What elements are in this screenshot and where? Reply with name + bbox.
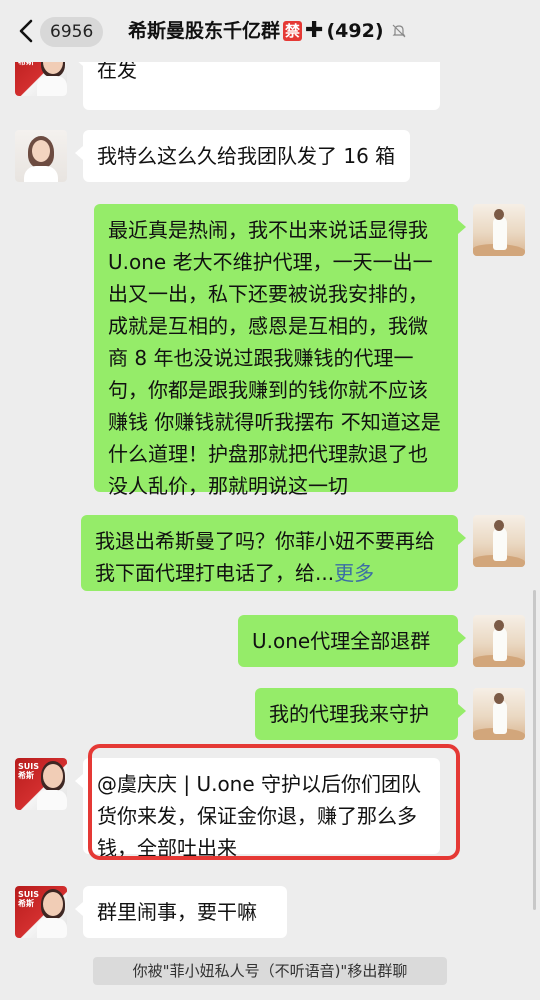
system-notice: 你被"菲小妞私人号（不听语音)"移出群聊	[93, 957, 447, 985]
scrollbar[interactable]	[533, 590, 536, 910]
ban-tag: 禁	[283, 21, 303, 41]
avatar[interactable]: SUIS希斯	[15, 758, 67, 810]
message-bubble[interactable]: 群里闹事，要干嘛	[75, 886, 287, 938]
message-bubble[interactable]: U.one代理全部退群	[238, 615, 466, 667]
back-chevron-icon[interactable]	[14, 18, 40, 44]
message-bubble[interactable]: 我的代理我来守护	[255, 688, 466, 740]
message-bubble[interactable]: 我特么这么久给我团队发了 16 箱	[75, 130, 410, 182]
avatar[interactable]	[15, 130, 67, 182]
unread-count-badge[interactable]: 6956	[40, 17, 104, 47]
expand-more-link[interactable]: 更多	[334, 561, 374, 585]
message-text: 我特么这么久给我团队发了 16 箱	[97, 144, 396, 168]
plus-icon: ✚	[305, 18, 324, 43]
member-count: (492)	[326, 20, 384, 42]
message-bubble[interactable]: @虞庆庆 | U.one 守护以后你们团队货你来发，保证金你退，赚了那么多钱，全…	[75, 758, 440, 860]
message-text: 我的代理我来守护	[269, 702, 429, 726]
avatar[interactable]	[473, 615, 525, 667]
avatar[interactable]	[473, 204, 525, 256]
chat-title[interactable]: 希斯曼股东千亿群 禁 ✚ (492)	[128, 16, 407, 46]
mute-bell-icon	[392, 24, 405, 38]
chat-header: 6956 希斯曼股东千亿群 禁 ✚ (492)	[0, 0, 540, 62]
message-text: U.one代理全部退群	[252, 629, 431, 653]
message-text: 我退出希斯曼了吗？你菲小妞不要再给我下面代理打电话了，给...	[95, 529, 435, 585]
message-text: @虞庆庆 | U.one 守护以后你们团队货你来发，保证金你退，赚了那么多钱，全…	[97, 772, 422, 860]
avatar[interactable]	[473, 515, 525, 567]
avatar[interactable]: SUIS希斯	[15, 886, 67, 938]
message-text: 群里闹事，要干嘛	[97, 900, 257, 924]
message-bubble[interactable]: 最近真是热闹，我不出来说话显得我 U.one 老大不维护代理，一天一出一出又一出…	[94, 204, 466, 498]
avatar[interactable]	[473, 688, 525, 740]
message-text: 最近真是热闹，我不出来说话显得我 U.one 老大不维护代理，一天一出一出又一出…	[108, 218, 441, 498]
group-name: 希斯曼股东千亿群	[128, 20, 281, 42]
message-bubble[interactable]: 我退出希斯曼了吗？你菲小妞不要再给我下面代理打电话了，给...更多	[81, 515, 466, 591]
